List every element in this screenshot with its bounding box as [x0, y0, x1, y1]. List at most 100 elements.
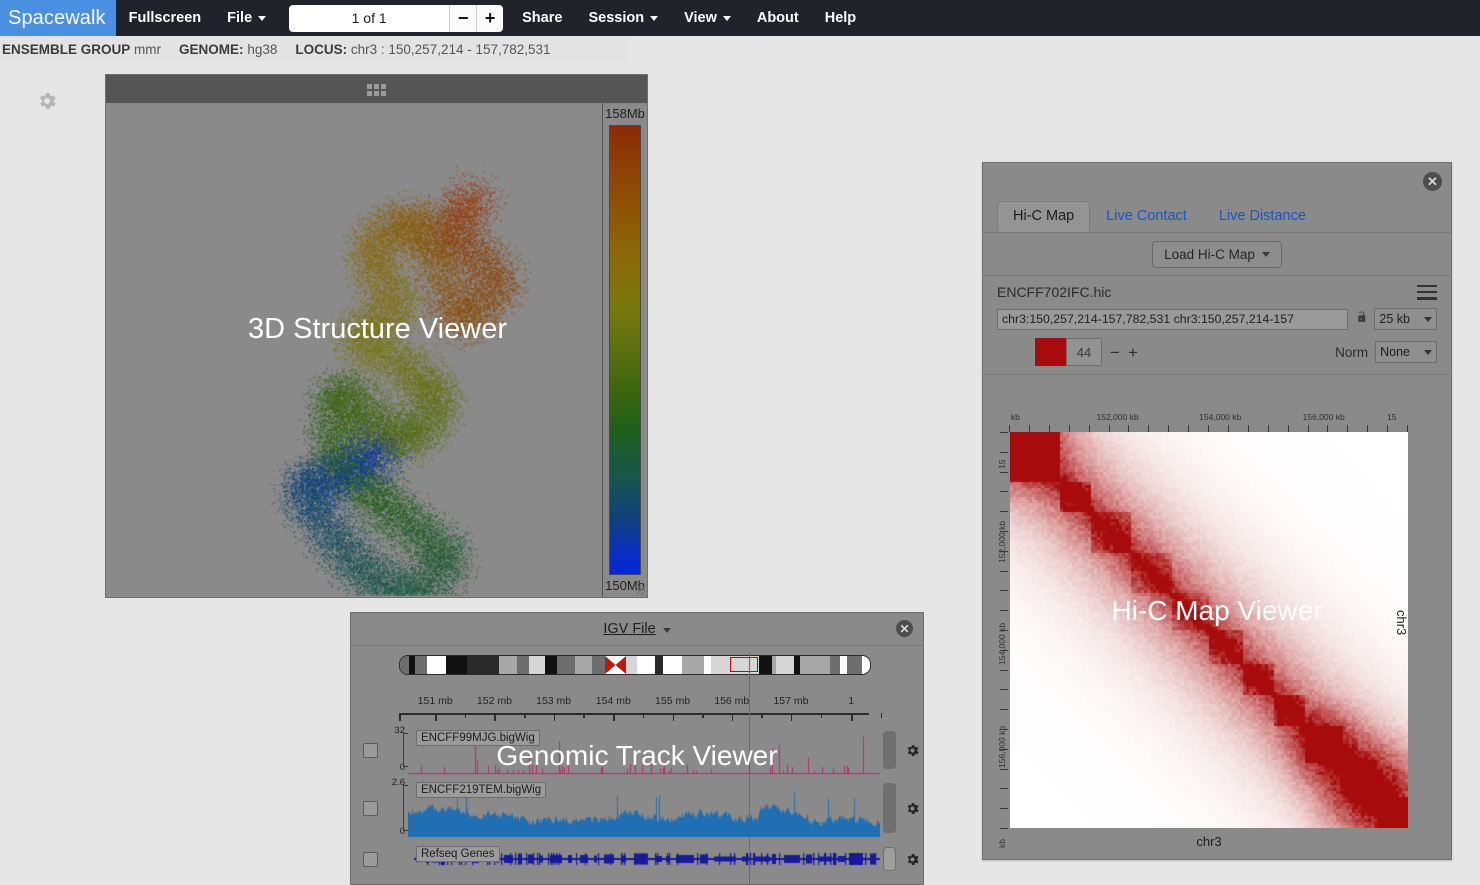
hic-x-tick	[1128, 425, 1130, 432]
ideogram-band	[704, 656, 711, 674]
nav-label: Share	[522, 10, 563, 26]
track-data-area[interactable]: Refseq Genes	[408, 841, 880, 877]
track-drag-handle[interactable]	[883, 783, 896, 833]
grip-dots-icon	[366, 83, 387, 96]
igv-ruler[interactable]: 151 mb 152 mb 153 mb 154 mb 155 mb 156 mb 157 …	[399, 691, 883, 721]
ideogram-band	[517, 656, 529, 674]
hic-x-tick	[1168, 425, 1170, 432]
igv-track-row[interactable]: Refseq Genes	[351, 841, 925, 877]
hic-threshold-value[interactable]: 44	[1066, 338, 1102, 366]
nav-item-help[interactable]: Help	[812, 0, 869, 36]
hic-x-tick-label: 15	[1387, 412, 1397, 422]
tab-live-contact[interactable]: Live Contact	[1090, 201, 1203, 232]
track-checkbox[interactable]	[363, 742, 378, 758]
igv-panel[interactable]: IGV File ✕ 151 mb 152 mb 153 mb 154 mb 155 m…	[350, 612, 924, 885]
point-cloud-render[interactable]	[106, 103, 647, 597]
chevron-down-icon	[722, 15, 731, 21]
igv-track-row[interactable]: 2.6 0 ENCFF219TEM.bigWig	[351, 777, 925, 839]
ruler-tick-minor	[880, 713, 883, 718]
ideogram-band	[655, 656, 663, 674]
nav-item-share[interactable]: Share	[509, 0, 575, 36]
chromosome-ideogram[interactable]	[399, 655, 871, 675]
ruler-tick	[613, 713, 615, 721]
ruler-tick	[553, 713, 556, 721]
hic-locus-input[interactable]: chr3:150,257,214-157,782,531 chr3:150,25…	[997, 308, 1349, 330]
structure-viewer-drag-handle[interactable]	[106, 75, 647, 103]
hic-x-tick-label: 154,000 kb	[1199, 412, 1242, 422]
track-gear-icon[interactable]	[899, 725, 925, 775]
track-gear-icon[interactable]	[899, 777, 925, 839]
hic-x-axis: kb 152,000 kb 154,000 kb 156,000 kb 15	[1009, 410, 1433, 432]
nav-item-session[interactable]: Session	[575, 0, 671, 36]
lock-open-icon[interactable]	[1354, 311, 1368, 327]
ruler-tick-label: 156 mb	[714, 695, 750, 707]
hic-threshold-decrement[interactable]: −	[1110, 344, 1120, 361]
nav-item-file[interactable]: File	[214, 0, 279, 36]
track-name-label[interactable]: ENCFF99MJG.bigWig	[416, 730, 540, 746]
hic-x-tick	[1208, 425, 1209, 432]
hic-y-tick	[1000, 471, 1008, 473]
hic-x-tick	[1307, 425, 1309, 432]
igv-file-menu[interactable]: IGV File	[603, 621, 655, 637]
pager-increment-button[interactable]: +	[476, 4, 504, 32]
ideogram-roi-box[interactable]	[730, 657, 758, 672]
hic-load-row: Load Hi-C Map	[983, 233, 1451, 276]
structure-viewer-panel[interactable]: 3D Structure Viewer 158Mb 150Mb	[105, 74, 648, 598]
hic-color-swatch[interactable]	[1035, 338, 1066, 366]
pager-decrement-button[interactable]: −	[449, 4, 477, 32]
track-checkbox[interactable]	[363, 851, 378, 867]
igv-titlebar[interactable]: IGV File ✕	[351, 613, 923, 646]
track-name-label[interactable]: ENCFF219TEM.bigWig	[416, 782, 547, 798]
hic-contact-matrix[interactable]	[1010, 432, 1408, 828]
colorbar-max-label: 158Mb	[605, 106, 645, 121]
hic-threshold-increment[interactable]: +	[1128, 344, 1138, 361]
hic-panel-titlebar[interactable]: ✕	[983, 163, 1451, 199]
hic-x-tick	[1407, 425, 1408, 432]
load-hic-map-label: Load Hi-C Map	[1164, 246, 1255, 262]
hic-matrix-render[interactable]	[1010, 432, 1408, 828]
ensemble-pager[interactable]: 1 of 1 − +	[289, 4, 504, 32]
ruler-tick	[672, 713, 675, 721]
ideogram-wrap[interactable]	[399, 653, 871, 675]
close-icon[interactable]: ✕	[896, 620, 913, 637]
ideogram-band	[454, 656, 467, 674]
track-gear-icon[interactable]	[899, 841, 925, 877]
ideogram-band	[400, 656, 409, 674]
pager-value[interactable]: 1 of 1	[289, 4, 450, 32]
hic-chr-label-bottom: chr3	[1196, 834, 1222, 849]
chevron-down-icon	[258, 15, 267, 21]
tab-live-distance[interactable]: Live Distance	[1203, 201, 1322, 232]
igv-track-row[interactable]: 32 0 ENCFF99MJG.bigWig	[351, 725, 925, 775]
hic-norm-value: None	[1380, 345, 1410, 359]
hic-x-tick	[1108, 425, 1110, 432]
track-name-label[interactable]: Refseq Genes	[416, 846, 500, 862]
nav-item-view[interactable]: View	[671, 0, 744, 36]
hic-y-tick-label: 156,000 kb	[997, 726, 1007, 769]
nav-item-fullscreen[interactable]: Fullscreen	[116, 0, 215, 36]
settings-gear-icon[interactable]	[36, 90, 58, 112]
hamburger-icon[interactable]	[1417, 284, 1437, 300]
track-drag-handle[interactable]	[883, 847, 896, 871]
tab-hic-map[interactable]: Hi-C Map	[997, 201, 1091, 232]
close-icon[interactable]: ✕	[1423, 172, 1442, 191]
hic-resolution-select[interactable]: 25 kb	[1374, 308, 1437, 330]
track-checkbox[interactable]	[363, 800, 378, 816]
hic-y-tick	[1000, 451, 1008, 453]
track-data-area[interactable]: ENCFF219TEM.bigWig	[408, 777, 880, 839]
hic-map-panel[interactable]: ✕ Hi-C Map Live Contact Live Distance Lo…	[982, 162, 1452, 860]
track-drag-handle[interactable]	[883, 731, 896, 769]
chevron-down-icon	[662, 627, 671, 633]
chevron-down-icon	[1261, 251, 1270, 257]
hic-map-area[interactable]: kb 152,000 kb 154,000 kb 156,000 kb 15 15 152…	[983, 410, 1451, 859]
hic-filename: ENCFF702IFC.hic	[997, 284, 1112, 300]
ensemble-group-label: ENSEMBLE GROUP	[2, 41, 131, 57]
ideogram-band	[711, 656, 722, 674]
structure-viewer-canvas[interactable]	[106, 103, 647, 597]
resize-handle-icon[interactable]	[635, 585, 645, 595]
load-hic-map-button[interactable]: Load Hi-C Map	[1152, 240, 1282, 268]
hic-norm-select[interactable]: None	[1375, 341, 1437, 363]
hic-x-tick	[1387, 425, 1389, 432]
track-data-area[interactable]: ENCFF99MJG.bigWig	[408, 725, 880, 775]
nav-item-about[interactable]: About	[744, 0, 812, 36]
ideogram-band	[626, 656, 637, 674]
